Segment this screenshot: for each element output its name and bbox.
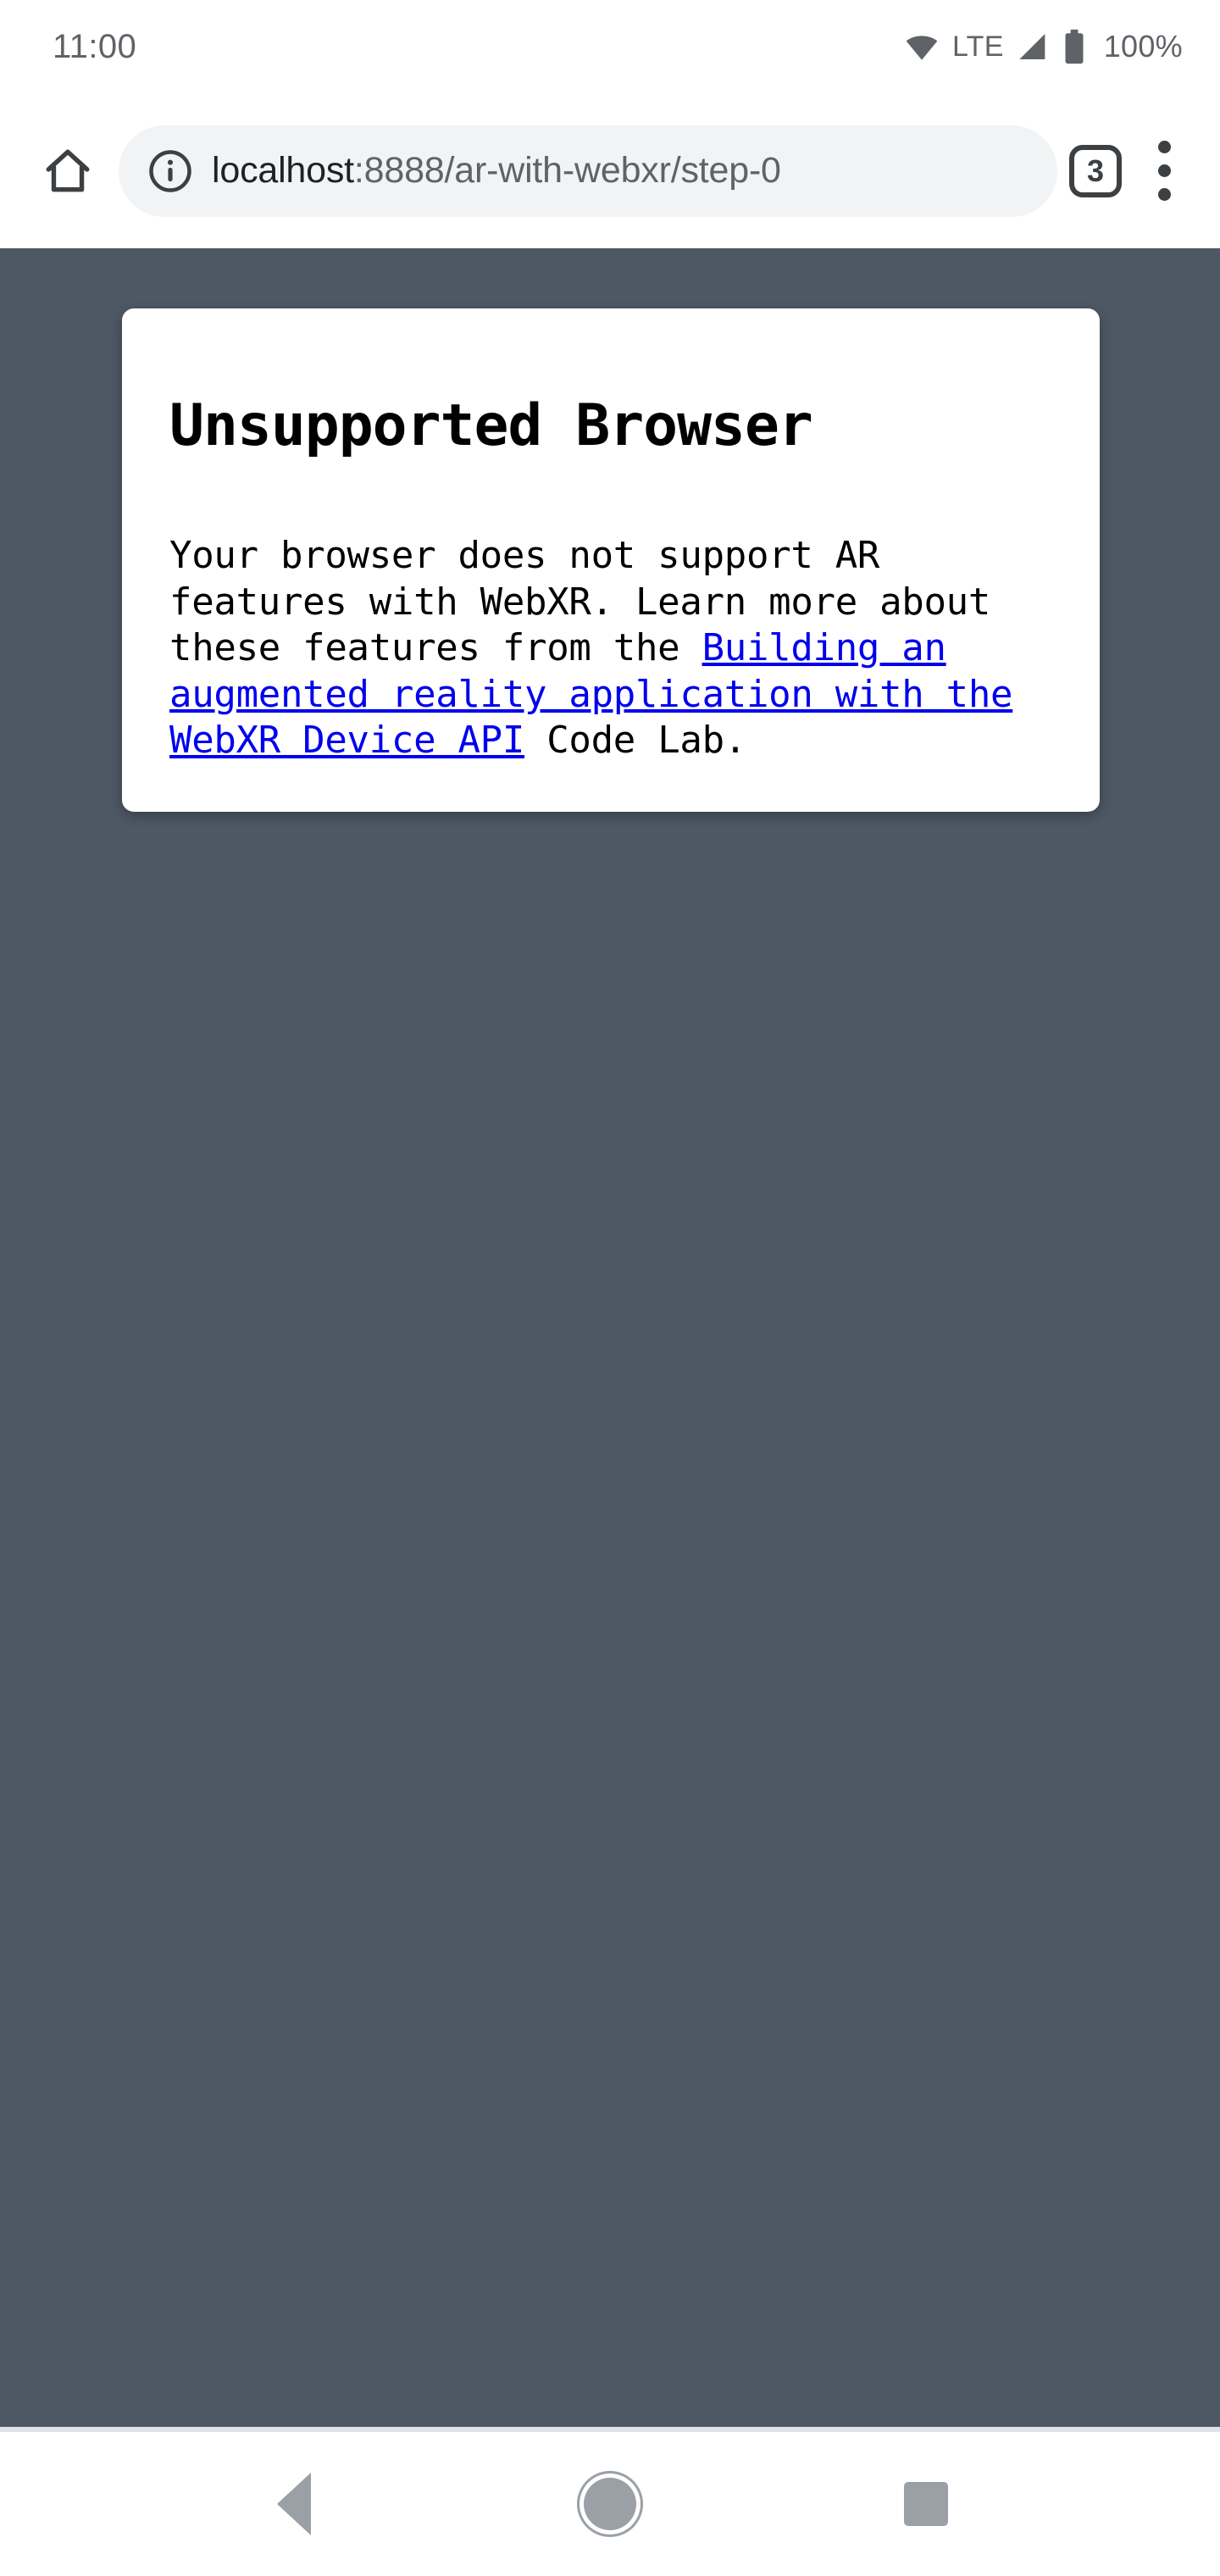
body-text-after-link: Code Lab. bbox=[524, 719, 746, 763]
battery-percent-label: 100% bbox=[1103, 29, 1183, 64]
network-type-label: LTE bbox=[951, 31, 1004, 63]
overflow-menu-button[interactable] bbox=[1130, 127, 1198, 215]
status-bar-clock: 11:00 bbox=[53, 28, 137, 65]
recent-apps-button[interactable] bbox=[862, 2440, 990, 2568]
overflow-menu-icon-dot bbox=[1157, 188, 1171, 201]
back-triangle-icon bbox=[276, 2473, 311, 2535]
android-navigation-bar bbox=[0, 2432, 1220, 2576]
signal-icon bbox=[1019, 34, 1045, 59]
page-body-text: Your browser does not support AR feature… bbox=[169, 533, 1054, 764]
info-icon[interactable] bbox=[147, 148, 193, 194]
url-path: :8888/ar-with-webxr/step-0 bbox=[353, 150, 781, 191]
overflow-menu-icon-dot bbox=[1157, 141, 1171, 153]
url-host: localhost bbox=[212, 150, 354, 191]
back-button[interactable] bbox=[230, 2440, 358, 2568]
tab-switcher-button[interactable]: 3 bbox=[1069, 144, 1122, 197]
battery-icon bbox=[1065, 29, 1084, 64]
unsupported-browser-card: Unsupported Browser Your browser does no… bbox=[122, 308, 1100, 812]
wifi-icon bbox=[906, 36, 938, 60]
home-icon bbox=[46, 149, 90, 192]
page-title: Unsupported Browser bbox=[169, 392, 813, 459]
home-button-nav[interactable] bbox=[546, 2440, 674, 2568]
home-circle-icon bbox=[583, 2478, 636, 2530]
phone-screen: 11:00 LTE 100% localhost:8888/ar-with-we… bbox=[0, 0, 1220, 2576]
status-bar-indicators: LTE 100% bbox=[904, 29, 1183, 64]
home-button[interactable] bbox=[24, 127, 112, 215]
overflow-menu-icon-dot bbox=[1157, 164, 1171, 177]
recents-square-icon bbox=[904, 2482, 949, 2526]
url-bar[interactable]: localhost:8888/ar-with-webxr/step-0 bbox=[119, 125, 1057, 217]
status-bar: 11:00 LTE 100% bbox=[0, 0, 1220, 93]
browser-toolbar: localhost:8888/ar-with-webxr/step-0 3 bbox=[0, 93, 1220, 248]
url-text: localhost:8888/ar-with-webxr/step-0 bbox=[212, 151, 781, 191]
web-page-viewport: Unsupported Browser Your browser does no… bbox=[0, 248, 1220, 2432]
